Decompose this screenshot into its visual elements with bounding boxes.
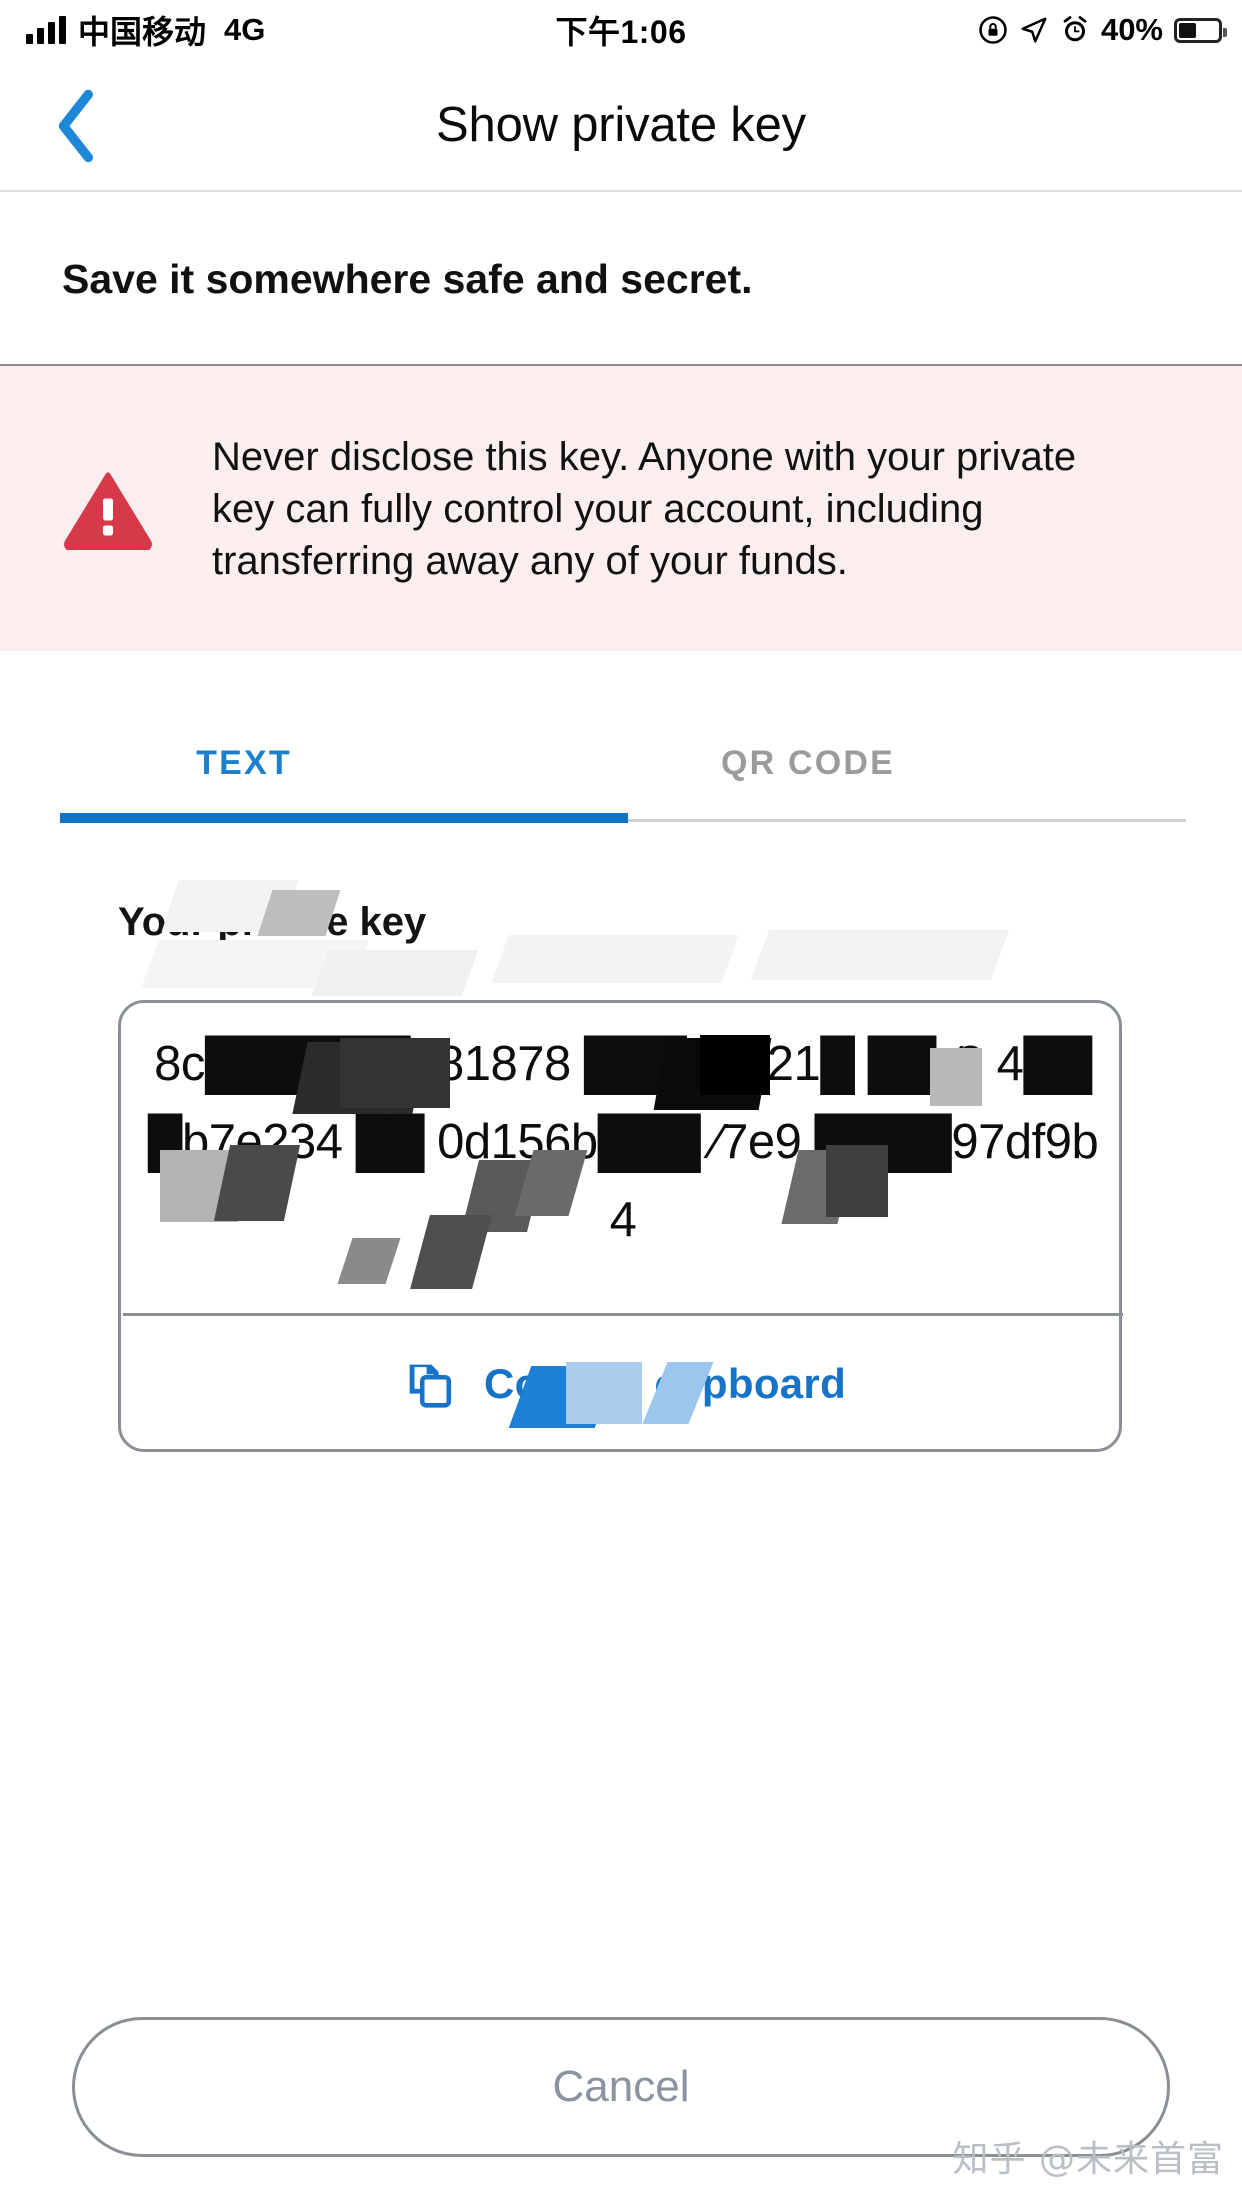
battery-icon [1174, 17, 1227, 43]
copy-icon [409, 1364, 452, 1408]
cancel-button-label: Cancel [552, 2062, 690, 2111]
alarm-clock-icon [1063, 16, 1087, 42]
nav-bar: Show private key [0, 60, 1242, 192]
phone-screen: 中国移动 4G 下午1:06 40% Show private key Save… [0, 0, 1242, 2208]
tab-text-label: TEXT [196, 744, 292, 782]
redaction-block [750, 930, 1010, 980]
watermark: 知乎 @未来首富 [952, 2139, 1224, 2180]
private-key-card: 8c██████b81878 ███80821█ ██ ⁄3 4███b7e23… [118, 1000, 1125, 1453]
copy-to-clipboard-label: Copy to clipboard [483, 1360, 847, 1407]
redaction-block [491, 935, 739, 983]
back-button[interactable] [22, 60, 132, 192]
tab-qr-code[interactable]: QR CODE [430, 651, 1186, 821]
copy-to-clipboard-button[interactable]: Copy to clipboard [121, 1315, 1125, 1453]
warning-icon-wrap [58, 468, 158, 550]
rotation-lock-icon [979, 16, 1007, 44]
tab-qr-code-label: QR CODE [720, 744, 896, 782]
redaction-block [141, 940, 369, 988]
page-subtitle: Save it somewhere safe and secret. [62, 255, 753, 302]
tab-text[interactable]: TEXT [60, 651, 428, 821]
location-arrow-icon [1021, 17, 1047, 43]
warning-text: Never disclose this key. Anyone with you… [212, 434, 1077, 583]
status-bar-right: 40% [978, 0, 1227, 60]
tab-bar: TEXT QR CODE [0, 651, 1242, 851]
redaction-block [311, 950, 479, 996]
tab-active-indicator [60, 813, 628, 823]
status-bar: 中国移动 4G 下午1:06 40% [0, 0, 1242, 60]
page-title: Show private key [436, 98, 806, 152]
private-key-label: Your private key [118, 900, 427, 944]
private-key-value: 8c██████b81878 ███80821█ ██ ⁄3 4███b7e23… [147, 1037, 1099, 1247]
battery-percent-label: 40% [1100, 12, 1163, 47]
chevron-left-icon [58, 89, 93, 163]
warning-triangle-icon [64, 471, 152, 550]
clock-label: 下午1:06 [555, 14, 687, 50]
warning-banner: Never disclose this key. Anyone with you… [0, 364, 1242, 651]
